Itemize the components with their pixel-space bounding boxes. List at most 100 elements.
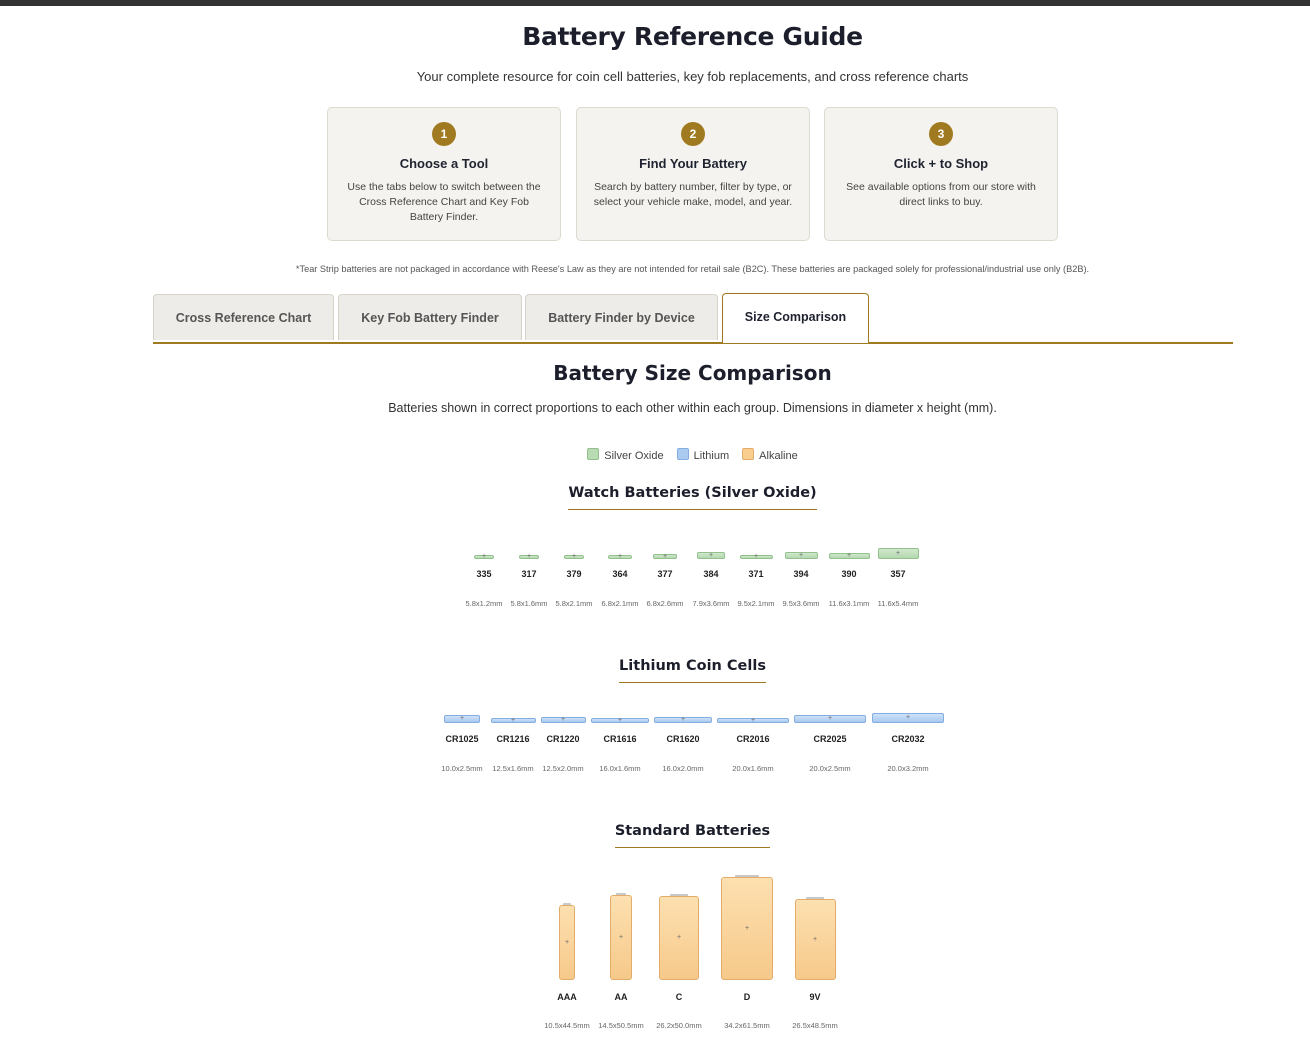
page-title: Battery Reference Guide	[522, 22, 863, 51]
battery-dimensions-9v: 26.5x48.5mm	[792, 1021, 838, 1030]
plus-icon: +	[564, 938, 570, 946]
legend-label: Silver Oxide	[604, 450, 664, 462]
battery-aa: +	[610, 895, 632, 980]
battery-394: +	[784, 551, 818, 559]
plus-icon: +	[617, 716, 623, 724]
plus-icon: +	[510, 716, 516, 724]
battery-dimensions-d: 34.2x61.5mm	[724, 1021, 770, 1030]
battery-d: +	[721, 877, 773, 980]
battery-384: +	[697, 552, 725, 559]
step-title: Find Your Battery	[639, 156, 747, 171]
battery-cr1220: +	[540, 716, 586, 724]
step-description: See available options from our store wit…	[846, 181, 1036, 208]
group-title-watch-batteries: Watch Batteries (Silver Oxide)	[0, 485, 1310, 510]
plus-icon: +	[708, 551, 714, 559]
battery-dimensions-cr1620: 16.0x2.0mm	[662, 764, 704, 773]
plus-icon: +	[481, 553, 487, 561]
plus-icon: +	[617, 553, 623, 561]
silver-oxide-swatch	[587, 448, 600, 460]
plus-icon: +	[827, 715, 833, 723]
battery-dimensions-c: 26.2x50.0mm	[656, 1021, 702, 1030]
battery-357: +	[877, 548, 919, 559]
color-legend: Silver Oxide Lithium Alkaline	[0, 448, 1310, 462]
tab-battery-finder-by-device[interactable]: Battery Finder by Device	[525, 294, 718, 340]
step-title: Click + to Shop	[893, 156, 989, 171]
plus-icon: +	[750, 716, 756, 724]
plus-icon: +	[905, 714, 911, 722]
step-description: Search by battery number, filter by type…	[593, 181, 793, 208]
battery-dimensions-cr2016: 20.0x1.6mm	[732, 764, 774, 773]
group-title-standard-batteries: Standard Batteries	[0, 823, 1310, 848]
page-subtitle: Your complete resource for coin cell bat…	[416, 69, 969, 84]
step-card-find-battery: 2 Find Your Battery Search by battery nu…	[576, 107, 810, 241]
plus-icon: +	[753, 553, 759, 561]
battery-cr1216: +	[490, 716, 536, 724]
tab-size-comparison[interactable]: Size Comparison	[722, 293, 869, 343]
alkaline-swatch	[742, 448, 755, 460]
legend-label: Alkaline	[759, 450, 798, 462]
battery-9v: +	[794, 899, 836, 980]
step-title: Choose a Tool	[399, 156, 489, 171]
plus-icon: +	[560, 716, 566, 724]
battery-label-cr2016: CR2016	[736, 734, 770, 744]
plus-icon: +	[895, 549, 901, 557]
plus-icon: +	[744, 924, 750, 932]
plus-icon: +	[676, 934, 682, 942]
battery-label-9v: 9V	[809, 992, 821, 1002]
step-number-badge: 2	[681, 122, 705, 146]
step-description: Use the tabs below to switch between the…	[347, 181, 541, 223]
group-title-lithium-coin-cells: Lithium Coin Cells	[0, 658, 1310, 683]
battery-label-357: 357	[890, 569, 906, 579]
battery-aaa: +	[559, 905, 575, 980]
battery-label-c: C	[675, 992, 683, 1002]
battery-c: +	[659, 896, 699, 980]
battery-377: +	[653, 552, 677, 560]
step-card-click-to-shop: 3 Click + to Shop See available options …	[824, 107, 1058, 241]
tab-cross-reference-chart[interactable]: Cross Reference Chart	[153, 294, 334, 340]
plus-icon: +	[846, 552, 852, 560]
battery-cr1620: +	[654, 716, 712, 724]
battery-335: +	[474, 553, 494, 561]
plus-icon: +	[571, 553, 577, 561]
battery-364: +	[608, 553, 632, 561]
legend-label: Lithium	[693, 450, 730, 462]
battery-label-d: D	[743, 992, 751, 1002]
plus-icon: +	[618, 933, 624, 941]
battery-cr2025: +	[794, 715, 866, 723]
plus-icon: +	[662, 552, 668, 560]
lithium-swatch	[676, 448, 689, 460]
legend-alkaline: Alkaline	[742, 448, 798, 462]
step-number-badge: 1	[432, 122, 456, 146]
battery-dimensions-cr2025: 20.0x2.5mm	[809, 764, 851, 773]
reeses-law-disclaimer: *Tear Strip batteries are not packaged i…	[295, 264, 1090, 274]
size-comparison-title: Battery Size Comparison	[553, 361, 832, 385]
plus-icon: +	[798, 551, 804, 559]
battery-cr2032: +	[872, 713, 944, 723]
legend-silver-oxide: Silver Oxide	[587, 448, 664, 462]
battery-371: +	[739, 553, 773, 561]
plus-icon: +	[680, 716, 686, 724]
plus-icon: +	[812, 935, 818, 943]
battery-dimensions-cr1616: 16.0x1.6mm	[599, 764, 641, 773]
tab-bar: Cross Reference Chart Key Fob Battery Fi…	[153, 293, 1233, 344]
plus-icon: +	[459, 715, 465, 723]
size-comparison-description: Batteries shown in correct proportions t…	[388, 401, 997, 415]
battery-label-cr2032: CR2032	[891, 734, 925, 744]
battery-317: +	[519, 553, 539, 561]
step-number-badge: 3	[929, 122, 953, 146]
step-card-choose-tool: 1 Choose a Tool Use the tabs below to sw…	[327, 107, 561, 241]
battery-label-cr1616: CR1616	[603, 734, 637, 744]
battery-379: +	[564, 553, 584, 561]
battery-label-cr1620: CR1620	[666, 734, 700, 744]
battery-cr2016: +	[717, 716, 789, 724]
battery-dimensions-cr2032: 20.0x3.2mm	[887, 764, 929, 773]
battery-dimensions-357: 11.6x5.4mm	[877, 599, 919, 608]
battery-label-cr2025: CR2025	[813, 734, 847, 744]
tab-key-fob-battery-finder[interactable]: Key Fob Battery Finder	[338, 294, 522, 340]
battery-cr1025: +	[444, 715, 480, 723]
top-bar	[0, 0, 1310, 6]
legend-lithium: Lithium	[676, 448, 730, 462]
battery-cr1616: +	[591, 716, 649, 724]
plus-icon: +	[526, 553, 532, 561]
battery-390: +	[828, 552, 870, 560]
